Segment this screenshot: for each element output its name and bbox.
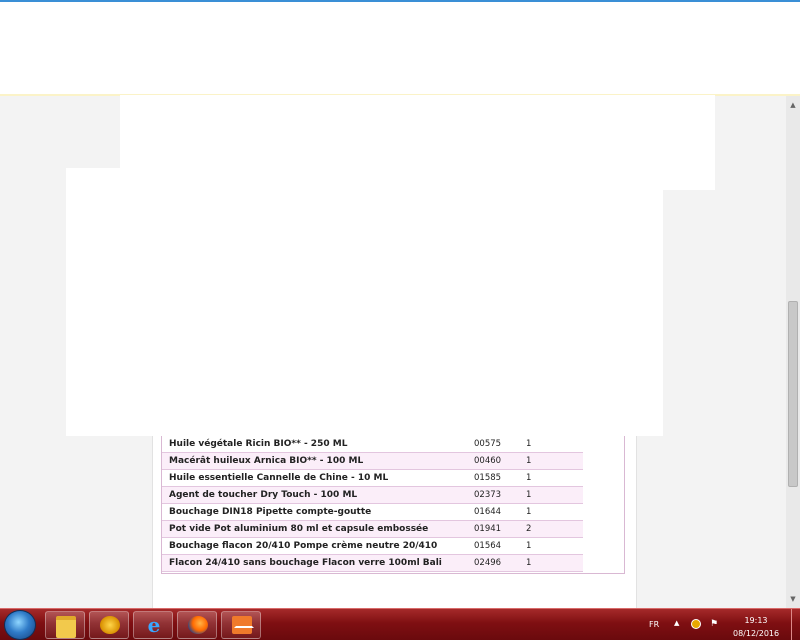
mail-taskbar-button[interactable]	[221, 611, 261, 639]
product-quantity: 1	[519, 537, 583, 555]
product-code: 00575	[467, 436, 519, 453]
product-name: Bouchage DIN18 Pipette compte-goutte	[162, 503, 467, 521]
start-icon[interactable]	[4, 610, 36, 640]
table-row: Agent de toucher Dry Touch - 100 ML 0237…	[162, 486, 583, 504]
product-code: 02373	[467, 486, 519, 504]
product-code: 01585	[467, 469, 519, 487]
vertical-scrollbar[interactable]: ▲ ▼	[786, 96, 800, 608]
product-quantity: 2	[519, 520, 583, 538]
folder-icon	[56, 616, 76, 638]
language-indicator[interactable]: FR	[649, 620, 659, 629]
product-code: 01644	[467, 503, 519, 521]
product-quantity: 1	[519, 486, 583, 504]
product-name: Macérât huileux Arnica BIO** - 100 ML	[162, 452, 467, 470]
table-row: Flacon 24/410 sans bouchage Flacon verre…	[162, 554, 583, 572]
order-items-table: Huile végétale Ricin BIO** - 250 ML 0057…	[162, 436, 583, 572]
product-quantity: 1	[519, 469, 583, 487]
scroll-thumb[interactable]	[788, 301, 798, 487]
table-row: Bouchage DIN18 Pipette compte-goutte 016…	[162, 503, 583, 521]
product-name: Agent de toucher Dry Touch - 100 ML	[162, 486, 467, 504]
show-desktop-button[interactable]	[791, 609, 800, 640]
scroll-up-icon[interactable]: ▲	[786, 98, 800, 112]
tray-overflow-icon[interactable]: ▲	[674, 619, 684, 629]
firefox-taskbar-button[interactable]	[177, 611, 217, 639]
product-name: Flacon 24/410 sans bouchage Flacon verre…	[162, 554, 467, 572]
mail-icon	[232, 616, 252, 634]
scroll-down-icon[interactable]: ▼	[786, 592, 800, 606]
product-code: 02496	[467, 554, 519, 572]
explorer-taskbar-button[interactable]	[45, 611, 85, 639]
product-name: Pot vide Pot aluminium 80 ml et capsule …	[162, 520, 467, 538]
product-name: Huile essentielle Cannelle de Chine - 10…	[162, 469, 467, 487]
system-clock[interactable]: 19:13 08/12/2016	[733, 614, 779, 640]
product-code: 01564	[467, 537, 519, 555]
product-code: 00460	[467, 452, 519, 470]
product-quantity: 1	[519, 554, 583, 572]
action-center-flag-icon[interactable]: ⚑	[710, 619, 720, 629]
table-row: Bouchage flacon 20/410 Pompe crème neutr…	[162, 537, 583, 555]
table-row: Pot vide Pot aluminium 80 ml et capsule …	[162, 520, 583, 538]
blank-overlay	[66, 168, 663, 436]
top-accent-line	[0, 0, 800, 2]
browser-top-area	[0, 0, 800, 96]
product-name: Bouchage flacon 20/410 Pompe crème neutr…	[162, 537, 467, 555]
product-quantity: 1	[519, 452, 583, 470]
app-taskbar-button[interactable]	[89, 611, 129, 639]
firefox-icon	[188, 616, 208, 634]
ie-taskbar-button[interactable]: e	[133, 611, 173, 639]
clock-date: 08/12/2016	[733, 629, 780, 638]
product-code: 01941	[467, 520, 519, 538]
utility-icon[interactable]	[691, 619, 701, 629]
table-row: Macérât huileux Arnica BIO** - 100 ML 00…	[162, 452, 583, 470]
table-row: Huile essentielle Cannelle de Chine - 10…	[162, 469, 583, 487]
product-name: Huile végétale Ricin BIO** - 250 ML	[162, 436, 467, 453]
product-quantity: 1	[519, 436, 583, 453]
clock-time: 19:13	[744, 616, 768, 625]
product-quantity: 1	[519, 503, 583, 521]
internet-explorer-icon: e	[147, 613, 161, 637]
table-row: Huile végétale Ricin BIO** - 250 ML 0057…	[162, 436, 583, 453]
app-icon	[100, 616, 120, 634]
